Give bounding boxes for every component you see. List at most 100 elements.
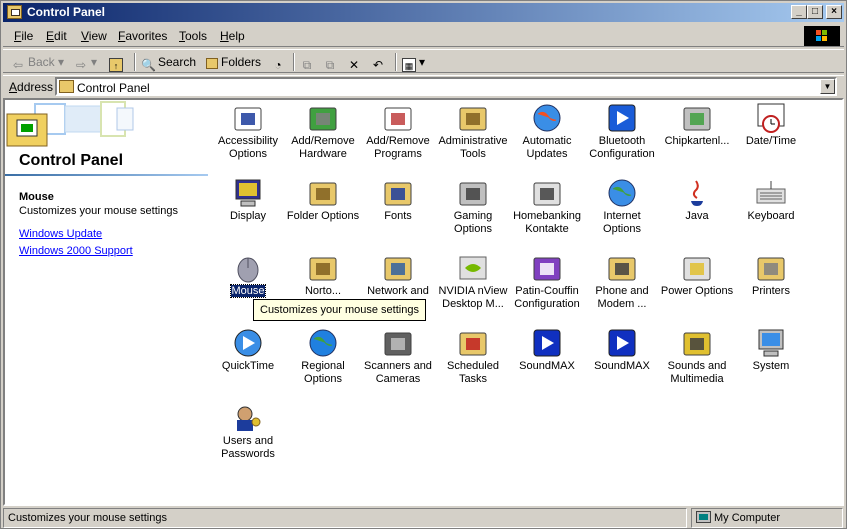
gaming-options-icon [456,177,490,209]
item-label: Scanners and Cameras [361,360,435,386]
delete-button[interactable]: ✕ [347,52,364,72]
control-panel-item[interactable]: Keyboard [734,177,808,223]
control-panel-item[interactable]: Gaming Options [436,177,510,236]
item-label: Fonts [361,210,435,223]
control-panel-item[interactable]: Norto... [286,252,360,298]
item-label: Administrative Tools [436,135,510,161]
history-button[interactable]: ◔ [271,52,288,72]
address-dropdown-button[interactable]: ▼ [820,79,835,94]
item-label: Norto... [286,285,360,298]
internet-options-icon [605,177,639,209]
back-button[interactable]: ⇦ Back ▾ [11,52,64,72]
control-panel-item[interactable]: Users and Passwords [211,402,285,461]
item-label: Users and Passwords [211,435,285,461]
date-time-icon [754,102,788,134]
add-remove-hardware-icon [306,102,340,134]
control-panel-item[interactable]: Printers [734,252,808,298]
control-panel-item[interactable]: Mouse [211,252,285,298]
pane-title: Control Panel [19,152,124,169]
title-bar[interactable]: Control Panel _ □ × [3,3,844,22]
item-label-line2: Options [229,148,267,160]
web-view-pane: Control Panel Mouse Customizes your mous… [5,100,210,504]
menu-favorites[interactable]: Favorites [118,29,167,43]
item-label-line1: Gaming [453,210,493,222]
control-panel-item[interactable]: Phone and Modem ... [585,252,659,311]
windows-update-link[interactable]: Windows Update [19,228,102,240]
item-label-line1: Network and [367,285,429,297]
item-label: Homebanking Kontakte [510,210,584,236]
close-button[interactable]: × [826,5,842,19]
forward-button[interactable]: ⇨ ▾ [74,52,97,72]
menu-edit[interactable]: Edit [46,29,67,43]
undo-icon: ↶ [372,58,384,72]
control-panel-item[interactable]: Date/Time [734,102,808,148]
menu-view[interactable]: View [81,29,107,43]
menu-help[interactable]: Help [220,29,245,43]
printers-icon [754,252,788,284]
control-panel-item[interactable]: Scanners and Cameras [361,327,435,386]
undo-button[interactable]: ↶ [371,52,388,72]
item-label-line1: Mouse [230,284,266,298]
control-panel-item[interactable]: Administrative Tools [436,102,510,161]
control-panel-item[interactable]: Display [211,177,285,223]
item-label-line1: Fonts [384,210,412,222]
folders-button[interactable]: Folders [206,52,261,72]
control-panel-item[interactable]: System [734,327,808,373]
control-panel-item[interactable]: Internet Options [585,177,659,236]
address-field[interactable]: Control Panel ▼ [55,77,837,96]
copy-to-button[interactable]: ⧉ [323,52,340,72]
item-label-line2: Programs [374,148,422,160]
status-zone-label: My Computer [714,512,781,524]
control-panel-item[interactable]: Homebanking Kontakte [510,177,584,236]
windows-2000-support-link[interactable]: Windows 2000 Support [19,245,133,257]
search-button[interactable]: 🔍 Search [141,52,196,72]
nvidia-icon [456,252,490,284]
network-icon [381,252,415,284]
item-label: Patin-Couffin Configuration [510,285,584,311]
item-label-line1: Display [229,210,267,222]
item-label-line1: Homebanking [513,210,581,222]
control-panel-item[interactable]: NVIDIA nView Desktop M... [436,252,510,311]
control-panel-item[interactable]: Patin-Couffin Configuration [510,252,584,311]
item-label-line2: Modem ... [597,298,647,310]
control-panel-window: Control Panel _ □ × File Edit View Favor… [0,0,847,529]
selected-item-name: Mouse [19,191,54,203]
maximize-button[interactable]: □ [807,5,823,19]
item-label: Add/Remove Hardware [286,135,360,161]
item-label-line2: Kontakte [525,223,569,235]
address-value: Control Panel [77,81,150,95]
control-panel-item[interactable]: Fonts [361,177,435,223]
item-label-line2: Configuration [589,148,655,160]
control-panel-item[interactable]: Sounds and Multimedia [660,327,734,386]
control-panel-item[interactable]: Chipkartenl... [660,102,734,148]
control-panel-item[interactable]: Bluetooth Configuration [585,102,659,161]
views-button[interactable]: ▦ ▾ [402,52,425,72]
menu-tools[interactable]: Tools [179,29,207,43]
add-remove-programs-icon [381,102,415,134]
control-panel-item[interactable]: Accessibility Options [211,102,285,161]
up-folder-button[interactable]: ↑ [109,52,126,72]
control-panel-item[interactable]: Power Options [660,252,734,298]
item-label-line1: Keyboard [747,210,795,222]
control-panel-item[interactable]: SoundMAX [585,327,659,373]
quicktime-icon [231,327,265,359]
control-panel-item[interactable]: Scheduled Tasks [436,327,510,386]
control-panel-item[interactable]: Regional Options [286,327,360,386]
minimize-button[interactable]: _ [791,5,807,19]
control-panel-item[interactable]: SoundMAX [510,327,584,373]
menu-file[interactable]: File [14,29,33,43]
move-to-button[interactable]: ⧉ [300,52,317,72]
forward-arrow-icon: ⇨ [75,58,87,72]
window-title: Control Panel [27,5,106,19]
item-label-line1: System [752,360,790,372]
control-panel-item[interactable]: Add/Remove Hardware [286,102,360,161]
item-label-line2: Tasks [458,373,488,385]
system-icon [754,327,788,359]
control-panel-item[interactable]: Java [660,177,734,223]
standard-toolbar: ⇦ Back ▾ ⇨ ▾ ↑ 🔍 Search Folders ◔ ⧉ ⧉ ✕ ↶ ▦… [3,49,844,73]
soundmax-icon [605,327,639,359]
control-panel-item[interactable]: QuickTime [211,327,285,373]
control-panel-item[interactable]: Automatic Updates [510,102,584,161]
control-panel-item[interactable]: Folder Options [286,177,360,223]
control-panel-item[interactable]: Add/Remove Programs [361,102,435,161]
